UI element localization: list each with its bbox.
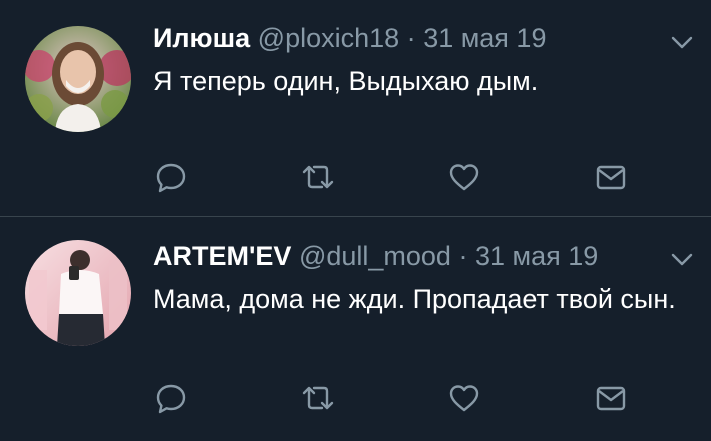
reply-icon	[156, 384, 186, 414]
user-handle[interactable]: @ploxich18	[258, 23, 400, 53]
reply-icon	[156, 163, 186, 193]
like-icon	[449, 385, 479, 412]
direct-message-icon	[596, 386, 626, 411]
reply-button[interactable]	[154, 381, 188, 415]
chevron-down-icon[interactable]	[671, 253, 693, 267]
display-name[interactable]: Илюша	[153, 23, 250, 53]
avatar[interactable]	[25, 240, 131, 346]
chevron-down-icon[interactable]	[671, 36, 693, 50]
avatar-photo	[25, 26, 131, 132]
separator-dot: ·	[458, 241, 468, 271]
tweet-actions	[0, 160, 711, 194]
tweet-card[interactable]: ARTEM'EV @dull_mood · 31 мая 19 Мама, до…	[0, 217, 711, 441]
tweet-actions	[0, 381, 711, 415]
like-icon	[449, 164, 479, 191]
tweet-text: Мама, дома не жди. Пропадает твой сын.	[153, 284, 676, 314]
tweet-date[interactable]: 31 мая 19	[475, 241, 598, 271]
like-button[interactable]	[447, 381, 481, 415]
tweet-date[interactable]: 31 мая 19	[423, 23, 546, 53]
direct-message-button[interactable]	[594, 160, 628, 194]
tweet-card[interactable]: Илюша @ploxich18 · 31 мая 19 Я теперь од…	[0, 0, 711, 216]
tweet-text: Я теперь один, Выдыхаю дым.	[153, 66, 539, 96]
like-button[interactable]	[447, 160, 481, 194]
display-name[interactable]: ARTEM'EV	[153, 241, 291, 271]
avatar[interactable]	[25, 26, 131, 132]
retweet-button[interactable]	[301, 381, 335, 415]
tweet-header: ARTEM'EV @dull_mood · 31 мая 19	[153, 240, 598, 272]
tweet-header: Илюша @ploxich18 · 31 мая 19	[153, 22, 546, 54]
separator-dot: ·	[406, 23, 416, 53]
user-handle[interactable]: @dull_mood	[299, 241, 451, 271]
retweet-icon	[302, 386, 334, 410]
retweet-icon	[302, 165, 334, 189]
avatar-photo	[25, 240, 131, 346]
retweet-button[interactable]	[301, 160, 335, 194]
direct-message-button[interactable]	[594, 381, 628, 415]
direct-message-icon	[596, 165, 626, 190]
reply-button[interactable]	[154, 160, 188, 194]
